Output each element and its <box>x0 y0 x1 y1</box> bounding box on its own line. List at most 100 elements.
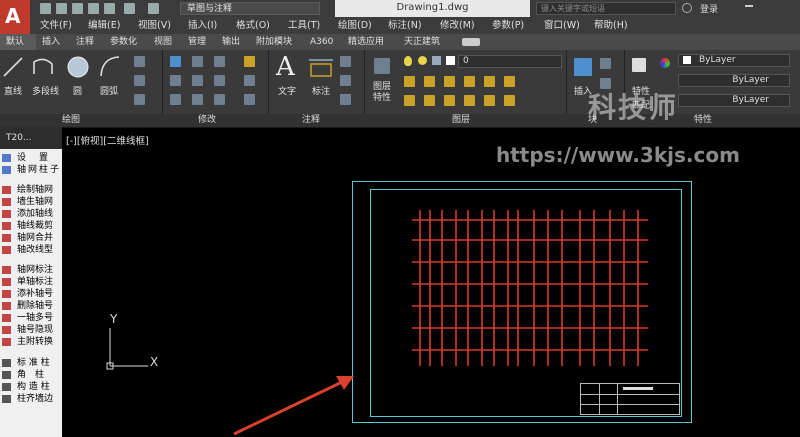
region-icon[interactable] <box>134 94 145 105</box>
menu-insert[interactable]: 插入(I) <box>188 17 217 34</box>
linetype-dropdown[interactable]: ByLayer <box>678 74 790 87</box>
palette-item-construct-column[interactable]: 构 造 柱 <box>0 381 62 393</box>
layer-lock-icon[interactable] <box>432 56 441 65</box>
properties-icon[interactable] <box>632 58 646 72</box>
panel-toggle-icon[interactable] <box>462 38 480 46</box>
palette-item-axis-linetype[interactable]: 轴改线型 <box>0 244 62 256</box>
layer-dropdown[interactable]: 0 <box>458 55 562 68</box>
palette-header[interactable]: T20... <box>0 127 62 149</box>
login-link[interactable]: 登录 <box>700 2 718 15</box>
palette-item-merge-grid[interactable]: 轴网合并 <box>0 232 62 244</box>
palette-item-main-sub-convert[interactable]: 主附转换 <box>0 336 62 348</box>
layer-tool-icon[interactable] <box>464 95 475 106</box>
polyline-icon[interactable] <box>32 54 56 80</box>
menu-dimension[interactable]: 标注(N) <box>388 17 422 34</box>
tab-default[interactable]: 默认 <box>6 34 24 50</box>
array-icon[interactable] <box>214 94 225 105</box>
leader-icon[interactable] <box>340 56 351 67</box>
multileader-icon[interactable] <box>340 75 351 86</box>
circle-icon[interactable] <box>66 54 90 80</box>
copy-icon[interactable] <box>170 75 181 86</box>
viewport-controls[interactable]: [-][俯视][二维线框] <box>66 133 149 147</box>
polyline-label[interactable]: 多段线 <box>32 84 59 97</box>
panel-properties-label[interactable]: 特性 <box>694 114 712 127</box>
tab-manage[interactable]: 管理 <box>188 34 206 50</box>
panel-annotation-label[interactable]: 注释 <box>302 114 320 127</box>
tab-tangent[interactable]: 天正建筑 <box>404 34 440 50</box>
layer-on-icon[interactable] <box>404 56 412 66</box>
tab-a360[interactable]: A360 <box>310 34 333 50</box>
palette-item-align-column[interactable]: 柱齐墙边 <box>0 393 62 405</box>
scale-icon[interactable] <box>192 94 203 105</box>
layer-tool-icon[interactable] <box>464 76 475 87</box>
layer-thaw-icon[interactable] <box>418 56 427 65</box>
fillet-icon[interactable] <box>214 75 225 86</box>
save-as-icon[interactable] <box>88 3 99 14</box>
menu-edit[interactable]: 编辑(E) <box>88 17 120 34</box>
table-icon[interactable] <box>340 94 351 105</box>
text-icon[interactable]: A <box>276 52 295 82</box>
layer-tool-icon[interactable] <box>504 95 515 106</box>
line-label[interactable]: 直线 <box>4 84 22 97</box>
lineweight-dropdown[interactable]: ByLayer <box>678 94 790 107</box>
menu-view[interactable]: 视图(V) <box>138 17 171 34</box>
search-input[interactable]: 键入关键字或短语 <box>536 2 676 15</box>
palette-section-grid-column[interactable]: 轴网柱子 <box>0 164 62 176</box>
layer-tool-icon[interactable] <box>424 76 435 87</box>
palette-item-grid-dimension[interactable]: 轴网标注 <box>0 264 62 276</box>
tab-annotate[interactable]: 注释 <box>76 34 94 50</box>
palette-item-settings[interactable]: 设 置 <box>0 152 62 164</box>
redo-icon[interactable] <box>148 3 159 14</box>
tab-addins[interactable]: 附加模块 <box>256 34 292 50</box>
move-icon[interactable] <box>170 56 181 67</box>
rectangle-icon[interactable] <box>134 56 145 67</box>
palette-item-corner-column[interactable]: 角 柱 <box>0 369 62 381</box>
stretch-icon[interactable] <box>170 94 181 105</box>
layer-properties-icon[interactable] <box>374 58 390 74</box>
hatch-icon[interactable] <box>134 75 145 86</box>
dimension-label[interactable]: 标注 <box>312 84 330 97</box>
insert-block-icon[interactable] <box>574 58 592 76</box>
line-icon[interactable] <box>2 54 24 80</box>
menu-help[interactable]: 帮助(H) <box>594 17 628 34</box>
layer-tool-icon[interactable] <box>404 76 415 87</box>
layer-tool-icon[interactable] <box>484 76 495 87</box>
menu-window[interactable]: 窗口(W) <box>544 17 580 34</box>
tab-featured-apps[interactable]: 精选应用 <box>348 34 384 50</box>
menu-file[interactable]: 文件(F) <box>40 17 72 34</box>
save-icon[interactable] <box>72 3 83 14</box>
layer-tool-icon[interactable] <box>484 95 495 106</box>
rotate-icon[interactable] <box>192 56 203 67</box>
tab-insert[interactable]: 插入 <box>42 34 60 50</box>
undo-icon[interactable] <box>124 3 135 14</box>
text-label[interactable]: 文字 <box>278 84 296 97</box>
tab-parametric[interactable]: 参数化 <box>110 34 137 50</box>
layer-tool-icon[interactable] <box>424 95 435 106</box>
palette-item-delete-axis-number[interactable]: 删除轴号 <box>0 300 62 312</box>
mirror-icon[interactable] <box>192 75 203 86</box>
plot-icon[interactable] <box>104 3 115 14</box>
user-icon[interactable] <box>682 3 692 13</box>
workspace-selector[interactable]: 草图与注释 <box>180 2 320 15</box>
circle-label[interactable]: 圆 <box>73 84 82 97</box>
panel-modify-label[interactable]: 修改 <box>198 114 216 127</box>
palette-item-standard-column[interactable]: 标 准 柱 <box>0 357 62 369</box>
layer-properties-label[interactable]: 图层 特性 <box>373 82 397 104</box>
layer-tool-icon[interactable] <box>404 95 415 106</box>
panel-layers-label[interactable]: 图层 <box>452 114 470 127</box>
palette-item-add-axis-number[interactable]: 添补轴号 <box>0 288 62 300</box>
palette-item-multi-number[interactable]: 一轴多号 <box>0 312 62 324</box>
palette-item-draw-grid[interactable]: 绘制轴网 <box>0 184 62 196</box>
layer-tool-icon[interactable] <box>504 76 515 87</box>
palette-item-wall-grid[interactable]: 墙生轴网 <box>0 196 62 208</box>
create-block-icon[interactable] <box>600 58 611 69</box>
panel-draw-label[interactable]: 绘图 <box>62 114 80 127</box>
layer-tool-icon[interactable] <box>444 95 455 106</box>
palette-item-trim-axis[interactable]: 轴线裁剪 <box>0 220 62 232</box>
menu-format[interactable]: 格式(O) <box>236 17 270 34</box>
menu-tools[interactable]: 工具(T) <box>288 17 320 34</box>
palette-item-number-visibility[interactable]: 轴号隐现 <box>0 324 62 336</box>
minimize-icon[interactable] <box>745 5 753 7</box>
open-file-icon[interactable] <box>56 3 67 14</box>
palette-item-add-axis[interactable]: 添加轴线 <box>0 208 62 220</box>
